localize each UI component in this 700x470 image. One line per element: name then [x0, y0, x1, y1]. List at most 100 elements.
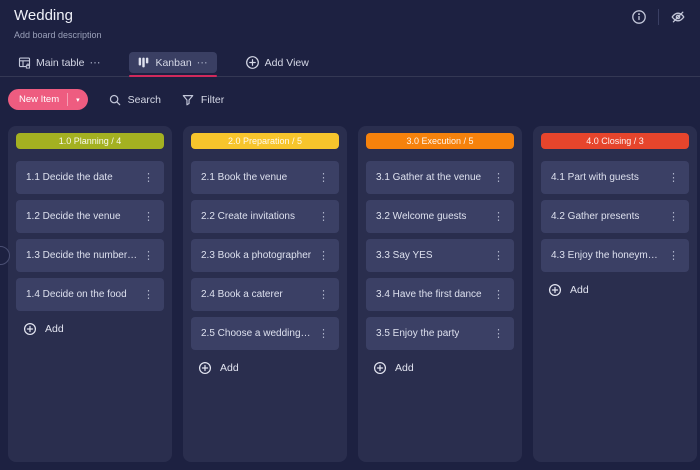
plus-circle-icon: [23, 322, 37, 336]
card-label: 4.2 Gather presents: [551, 211, 639, 222]
kanban-card[interactable]: 4.1 Part with guests ⋮: [541, 161, 689, 194]
kanban-card[interactable]: 1.1 Decide the date ⋮: [16, 161, 164, 194]
info-icon[interactable]: [629, 7, 649, 27]
kanban-card[interactable]: 3.3 Say YES ⋮: [366, 239, 514, 272]
card-menu-icon[interactable]: ⋮: [488, 286, 509, 303]
active-tab-underline: [129, 75, 216, 77]
card-menu-icon[interactable]: ⋮: [663, 169, 684, 186]
kanban-icon: [137, 56, 150, 69]
card-menu-icon[interactable]: ⋮: [488, 169, 509, 186]
card-label: 4.1 Part with guests: [551, 172, 639, 183]
kanban-card[interactable]: 4.3 Enjoy the honeymoon ⋮: [541, 239, 689, 272]
card-menu-icon[interactable]: ⋮: [313, 169, 334, 186]
plus-circle-icon: [548, 283, 562, 297]
kanban-card[interactable]: 2.2 Create invitations ⋮: [191, 200, 339, 233]
kanban-card[interactable]: 2.4 Book a caterer ⋮: [191, 278, 339, 311]
kanban-card[interactable]: 1.3 Decide the number of guests ⋮: [16, 239, 164, 272]
kanban-card[interactable]: 2.1 Book the venue ⋮: [191, 161, 339, 194]
add-card-label: Add: [45, 323, 64, 335]
card-menu-icon[interactable]: ⋮: [488, 247, 509, 264]
card-label: 3.2 Welcome guests: [376, 211, 466, 222]
card-label: 1.3 Decide the number of guests: [26, 250, 138, 261]
card-label: 2.3 Book a photographer: [201, 250, 311, 261]
kanban-card[interactable]: 3.4 Have the first dance ⋮: [366, 278, 514, 311]
card-menu-icon[interactable]: ⋮: [313, 286, 334, 303]
card-label: 1.4 Decide on the food: [26, 289, 127, 300]
kanban-card[interactable]: 3.5 Enjoy the party ⋮: [366, 317, 514, 350]
view-tabs: Main table ⋯ Kanban ⋯ Add View: [0, 49, 700, 77]
column-header[interactable]: 1.0 Planning / 4: [16, 133, 164, 149]
toolbar: New Item ▾ Search Filter: [8, 89, 700, 110]
tab-kanban-menu-icon[interactable]: ⋯: [197, 58, 209, 68]
card-menu-icon[interactable]: ⋮: [663, 208, 684, 225]
filter-button[interactable]: Filter: [181, 93, 224, 107]
tab-main-table[interactable]: Main table ⋯: [10, 52, 109, 73]
add-card-label: Add: [570, 284, 589, 296]
top-actions: [629, 7, 688, 27]
card-menu-icon[interactable]: ⋮: [138, 208, 159, 225]
kanban-card[interactable]: 1.4 Decide on the food ⋮: [16, 278, 164, 311]
eye-off-icon[interactable]: [668, 7, 688, 27]
card-label: 3.3 Say YES: [376, 250, 433, 261]
search-button[interactable]: Search: [108, 93, 161, 107]
card-label: 2.1 Book the venue: [201, 172, 287, 183]
card-menu-icon[interactable]: ⋮: [313, 208, 334, 225]
card-menu-icon[interactable]: ⋮: [488, 208, 509, 225]
tab-kanban-label: Kanban: [155, 57, 191, 69]
card-label: 3.1 Gather at the venue: [376, 172, 481, 183]
card-label: 2.2 Create invitations: [201, 211, 295, 222]
kanban-card[interactable]: 3.2 Welcome guests ⋮: [366, 200, 514, 233]
card-label: 3.4 Have the first dance: [376, 289, 482, 300]
add-card-label: Add: [220, 362, 239, 374]
kanban-card[interactable]: 4.2 Gather presents ⋮: [541, 200, 689, 233]
add-card-label: Add: [395, 362, 414, 374]
kanban-card[interactable]: 2.5 Choose a wedding dress ⋮: [191, 317, 339, 350]
plus-circle-icon: [373, 361, 387, 375]
new-item-label: New Item: [19, 94, 59, 105]
kanban-card[interactable]: 2.3 Book a photographer ⋮: [191, 239, 339, 272]
kanban-card[interactable]: 3.1 Gather at the venue ⋮: [366, 161, 514, 194]
card-label: 1.2 Decide the venue: [26, 211, 121, 222]
add-card-button[interactable]: Add: [373, 361, 514, 375]
column-header[interactable]: 4.0 Closing / 3: [541, 133, 689, 149]
card-menu-icon[interactable]: ⋮: [138, 169, 159, 186]
card-label: 2.4 Book a caterer: [201, 289, 283, 300]
board-description-placeholder[interactable]: Add board description: [14, 30, 686, 40]
card-menu-icon[interactable]: ⋮: [313, 247, 334, 264]
column-header[interactable]: 3.0 Execution / 5: [366, 133, 514, 149]
column-header[interactable]: 2.0 Preparation / 5: [191, 133, 339, 149]
top-actions-divider: [658, 9, 659, 25]
board-title[interactable]: Wedding: [14, 7, 686, 25]
add-card-button[interactable]: Add: [548, 283, 689, 297]
new-item-button[interactable]: New Item ▾: [8, 89, 88, 110]
card-menu-icon[interactable]: ⋮: [663, 247, 684, 264]
plus-circle-icon: [198, 361, 212, 375]
search-icon: [108, 93, 122, 107]
filter-label: Filter: [201, 94, 224, 106]
card-menu-icon[interactable]: ⋮: [138, 247, 159, 264]
add-view-button[interactable]: Add View: [237, 51, 317, 74]
kanban-column-planning: 1.0 Planning / 4 1.1 Decide the date ⋮ 1…: [8, 126, 172, 462]
tab-main-table-label: Main table: [36, 57, 84, 69]
add-view-label: Add View: [265, 57, 309, 69]
add-card-button[interactable]: Add: [198, 361, 339, 375]
card-menu-icon[interactable]: ⋮: [488, 325, 509, 342]
card-label: 3.5 Enjoy the party: [376, 328, 459, 339]
kanban-card[interactable]: 1.2 Decide the venue ⋮: [16, 200, 164, 233]
card-menu-icon[interactable]: ⋮: [138, 286, 159, 303]
kanban-column-preparation: 2.0 Preparation / 5 2.1 Book the venue ⋮…: [183, 126, 347, 462]
kanban-board: 1.0 Planning / 4 1.1 Decide the date ⋮ 1…: [0, 126, 700, 462]
card-label: 4.3 Enjoy the honeymoon: [551, 250, 663, 261]
table-lock-icon: [18, 56, 31, 69]
search-label: Search: [128, 94, 161, 106]
new-item-dropdown-caret[interactable]: ▾: [67, 93, 88, 106]
kanban-column-execution: 3.0 Execution / 5 3.1 Gather at the venu…: [358, 126, 522, 462]
tab-main-table-menu-icon[interactable]: ⋯: [89, 58, 101, 68]
add-card-button[interactable]: Add: [23, 322, 164, 336]
kanban-column-closing: 4.0 Closing / 3 4.1 Part with guests ⋮ 4…: [533, 126, 697, 462]
tab-kanban[interactable]: Kanban ⋯: [129, 52, 216, 73]
filter-funnel-icon: [181, 93, 195, 107]
card-menu-icon[interactable]: ⋮: [313, 325, 334, 342]
card-label: 1.1 Decide the date: [26, 172, 113, 183]
board-header: Wedding Add board description: [0, 0, 700, 40]
